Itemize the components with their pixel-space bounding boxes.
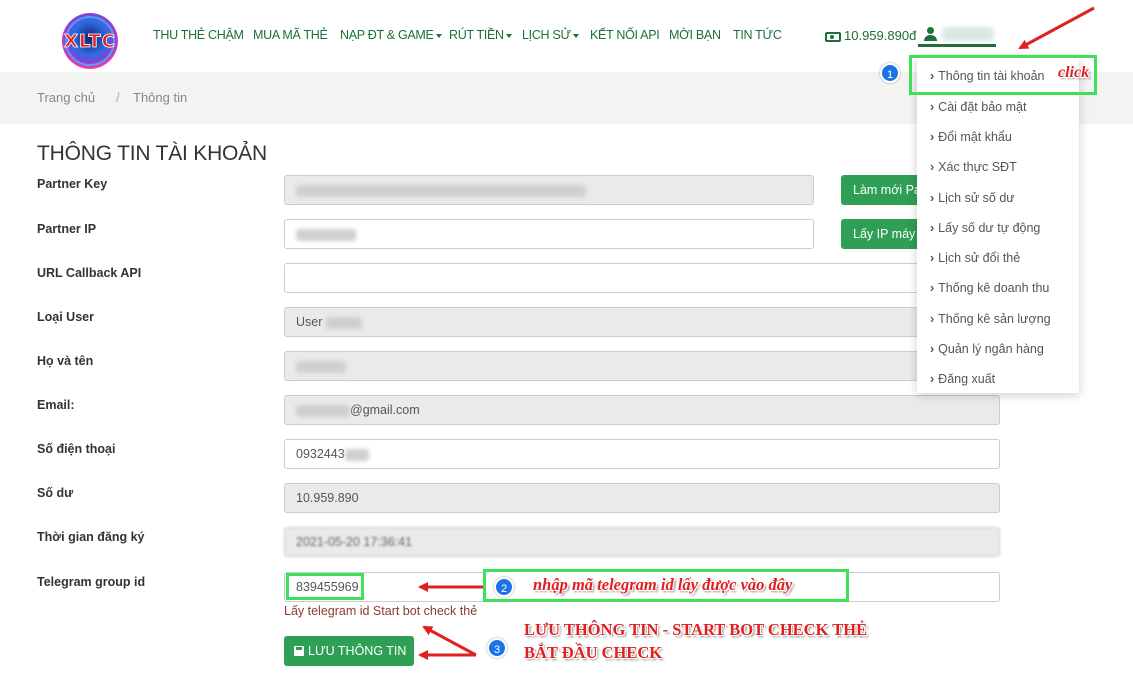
annotation-arrows <box>418 6 1095 660</box>
page: XLTC THU THẺ CHẬM MUA MÃ THẺ NẠP ĐT & GA… <box>0 0 1133 683</box>
arrow-to-user-menu <box>1018 6 1095 50</box>
arrow-to-help-link <box>422 625 477 657</box>
